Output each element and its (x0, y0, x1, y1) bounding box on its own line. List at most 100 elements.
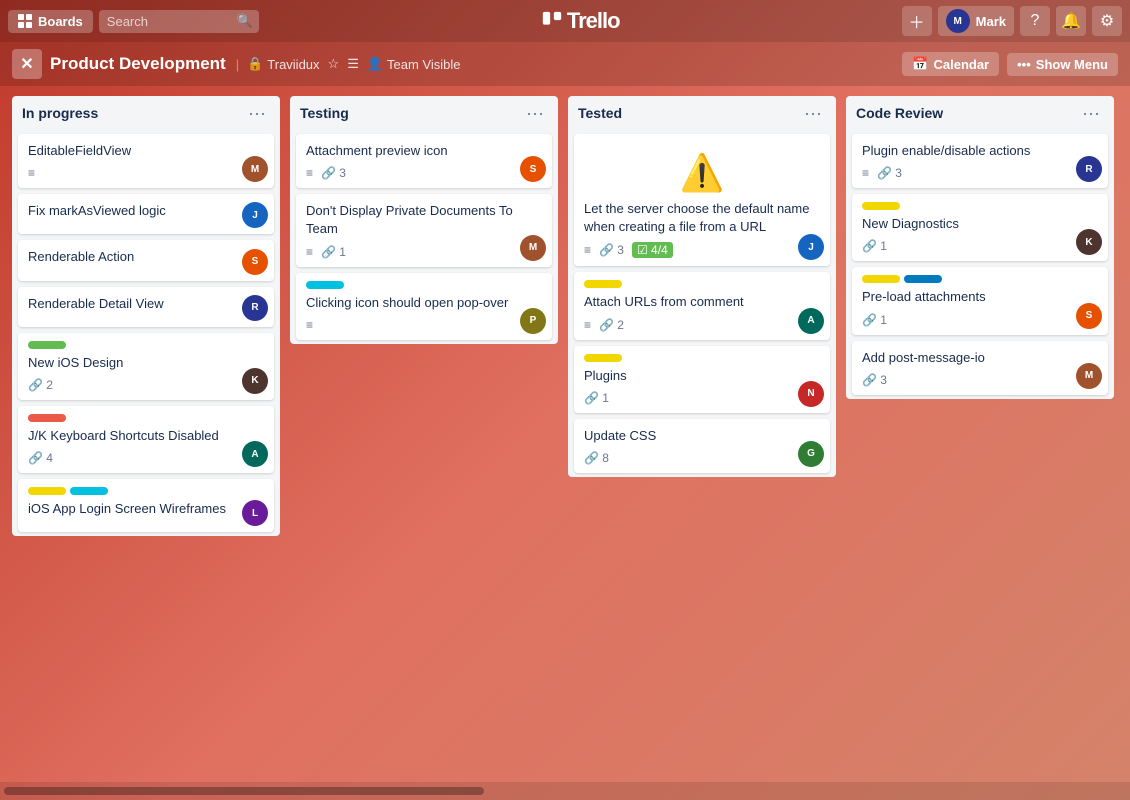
card-c4[interactable]: Renderable Detail ViewR (18, 287, 274, 327)
card-avatar: R (1076, 156, 1102, 182)
card-c13[interactable]: Plugins🔗 1N (574, 346, 830, 413)
lock-icon: 🔒 (247, 56, 263, 72)
list-menu-button[interactable]: ··· (1078, 104, 1104, 122)
attach-badge: 🔗 2 (599, 318, 624, 332)
notifications-button[interactable]: 🔔 (1056, 6, 1086, 36)
card-c15[interactable]: Plugin enable/disable actions≡🔗 3R (852, 134, 1108, 188)
warning-icon: ⚠️ (584, 142, 820, 200)
card-labels (28, 487, 264, 495)
avatar: M (946, 9, 970, 33)
attach-badge: 🔗 8 (584, 451, 609, 465)
card-c12[interactable]: Attach URLs from comment≡🔗 2A (574, 272, 830, 339)
attach-badge: 🔗 1 (321, 245, 346, 259)
card-avatar: A (798, 308, 824, 334)
desc-badge: ≡ (306, 245, 313, 259)
logo-area: Trello (265, 8, 896, 34)
card-c9[interactable]: Don't Display Private Documents To Team≡… (296, 194, 552, 266)
card-avatar: S (1076, 303, 1102, 329)
board-header: ✕ Product Development | 🔒 Traviidux ☆ ☰ … (0, 42, 1130, 86)
card-labels (584, 354, 820, 362)
card-title: EditableFieldView (28, 142, 264, 160)
team-name[interactable]: 🔒 Traviidux (247, 56, 319, 72)
card-label-cyan (306, 281, 344, 289)
list-menu-button[interactable]: ··· (800, 104, 826, 122)
card-footer: ≡ 🔗 1 (306, 245, 542, 259)
scroll-thumb[interactable] (4, 787, 484, 795)
card-avatar: J (798, 234, 824, 260)
card-footer: 🔗 1 (862, 239, 1098, 253)
card-labels (306, 281, 542, 289)
card-avatar: P (520, 308, 546, 334)
visibility-button[interactable]: 👤 Team Visible (367, 56, 461, 72)
calendar-icon: 📅 (912, 56, 928, 72)
card-c17[interactable]: Pre-load attachments🔗 1S (852, 267, 1108, 334)
card-footer: ≡🔗 3☑ 4/4 (584, 242, 820, 258)
search-input[interactable] (99, 10, 259, 33)
card-c3[interactable]: Renderable ActionS (18, 240, 274, 280)
card-c6[interactable]: J/K Keyboard Shortcuts Disabled🔗 4A (18, 406, 274, 473)
card-avatar: N (798, 381, 824, 407)
card-label-blue (904, 275, 942, 283)
list-header: Code Review ··· (846, 96, 1114, 130)
settings-button[interactable]: ⚙ (1092, 6, 1122, 36)
user-menu-button[interactable]: M Mark (938, 6, 1014, 36)
card-c2[interactable]: Fix markAsViewed logicJ (18, 194, 274, 234)
card-c5[interactable]: New iOS Design 🔗 2 K (18, 333, 274, 400)
card-c16[interactable]: New Diagnostics🔗 1K (852, 194, 1108, 261)
list-menu-button[interactable]: ··· (522, 104, 548, 122)
card-label-yellow (28, 487, 66, 495)
card-labels (584, 280, 820, 288)
card-title: Renderable Action (28, 248, 264, 266)
list-cards: ⚠️Let the server choose the default name… (568, 130, 836, 477)
card-avatar: M (520, 235, 546, 261)
card-footer: ≡🔗 3 (306, 166, 542, 180)
attach-badge: 🔗 3 (877, 166, 902, 180)
add-button[interactable]: ＋ (902, 6, 932, 36)
card-title: Update CSS (584, 427, 820, 445)
desc-badge: ≡ (306, 166, 313, 180)
menu-dots[interactable]: ☰ (347, 56, 359, 72)
card-avatar: S (242, 249, 268, 275)
card-c18[interactable]: Add post-message-io🔗 3M (852, 341, 1108, 395)
card-footer: ≡🔗 2 (584, 318, 820, 332)
card-footer: ≡🔗 3 (862, 166, 1098, 180)
card-avatar: K (242, 368, 268, 394)
card-avatar: S (520, 156, 546, 182)
card-footer: 🔗 1 (862, 313, 1098, 327)
card-label-yellow (584, 280, 622, 288)
attach-badge: 🔗 1 (862, 239, 887, 253)
attach-badge: 🔗 2 (28, 378, 53, 392)
card-title: Renderable Detail View (28, 295, 264, 313)
card-c7[interactable]: iOS App Login Screen WireframesL (18, 479, 274, 532)
nav-right: ＋ M Mark ? 🔔 ⚙ (902, 6, 1122, 36)
card-c11[interactable]: ⚠️Let the server choose the default name… (574, 134, 830, 266)
show-menu-button[interactable]: ••• Show Menu (1007, 53, 1118, 76)
grid-icon (18, 14, 32, 28)
card-labels (28, 414, 264, 422)
card-c8[interactable]: Attachment preview icon≡🔗 3S (296, 134, 552, 188)
star-button[interactable]: ☆ (328, 56, 340, 72)
card-footer-left: 🔗 1 (862, 239, 887, 253)
board-title-wrap: ✕ Product Development (12, 49, 226, 79)
card-avatar: J (242, 202, 268, 228)
list-title: Tested (578, 105, 622, 121)
card-title: New iOS Design (28, 354, 264, 372)
card-footer-left: 🔗 1 (584, 391, 609, 405)
calendar-button[interactable]: 📅 Calendar (902, 52, 999, 76)
card-label-green (28, 341, 66, 349)
list-cards: Attachment preview icon≡🔗 3S Don't Displa… (290, 130, 558, 344)
card-footer-left: ≡🔗 3 (862, 166, 902, 180)
card-title: Add post-message-io (862, 349, 1098, 367)
board-meta: | 🔒 Traviidux ☆ ☰ 👤 Team Visible (236, 56, 461, 72)
attach-badge: 🔗 3 (862, 373, 887, 387)
card-c1[interactable]: EditableFieldView≡M (18, 134, 274, 188)
list-menu-button[interactable]: ··· (244, 104, 270, 122)
card-c14[interactable]: Update CSS🔗 8G (574, 419, 830, 473)
boards-button[interactable]: Boards (8, 10, 93, 33)
bottom-bar (0, 782, 1130, 800)
card-c10[interactable]: Clicking icon should open pop-over≡P (296, 273, 552, 340)
card-title: Let the server choose the default name w… (584, 200, 820, 236)
help-button[interactable]: ? (1020, 6, 1050, 36)
list-title: Code Review (856, 105, 943, 121)
trello-logo: Trello (541, 8, 620, 34)
